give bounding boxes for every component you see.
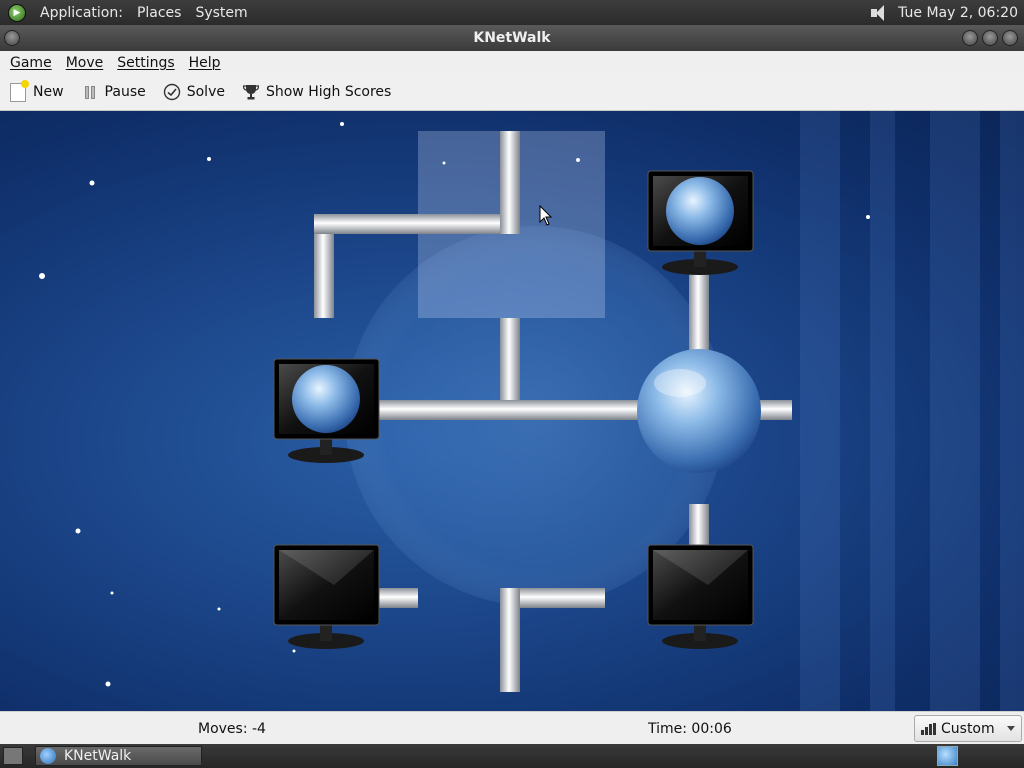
- toolbar: New Pause Solve Show High Scores: [0, 74, 1024, 111]
- window-menu-button[interactable]: [4, 30, 20, 46]
- time-counter: Time: 00:06: [648, 721, 732, 737]
- places-menu[interactable]: Places: [137, 5, 182, 21]
- solve-button[interactable]: Solve: [162, 82, 225, 102]
- show-desktop-icon[interactable]: [3, 747, 23, 765]
- terminal-disconnected: [647, 544, 754, 649]
- moves-counter: Moves: -4: [198, 721, 266, 737]
- taskbar-item-knetwalk[interactable]: KNetWalk: [35, 746, 202, 766]
- high-scores-button-label: Show High Scores: [265, 84, 392, 100]
- pause-icon: [80, 82, 100, 102]
- pause-button-label: Pause: [104, 84, 146, 100]
- difficulty-select[interactable]: Custom: [914, 715, 1022, 742]
- clock[interactable]: Tue May 2, 06:20: [898, 5, 1018, 21]
- new-button-label: New: [33, 84, 64, 100]
- board-canvas: [39, 111, 1024, 711]
- server-globe: [637, 349, 761, 473]
- background-stripes: [800, 111, 1024, 711]
- difficulty-value: Custom: [941, 720, 995, 737]
- game-board[interactable]: [0, 111, 1024, 711]
- chevron-down-icon: [1007, 726, 1015, 731]
- pause-button[interactable]: Pause: [80, 82, 146, 102]
- statusbar: Moves: -4 Time: 00:06 Custom: [0, 711, 1024, 744]
- close-button[interactable]: [1002, 30, 1018, 46]
- menu-game[interactable]: Game: [10, 55, 52, 71]
- window-titlebar[interactable]: KNetWalk: [0, 25, 1024, 51]
- window-title: KNetWalk: [473, 30, 551, 46]
- applications-menu[interactable]: Application:: [40, 5, 123, 21]
- difficulty-bars-icon: [921, 722, 936, 735]
- tray-knetwalk-icon[interactable]: [937, 746, 958, 766]
- bottom-panel: KNetWalk: [0, 744, 1024, 768]
- terminal-connected: [647, 170, 754, 275]
- system-menu[interactable]: System: [195, 5, 247, 21]
- knetwalk-app-icon: [40, 748, 56, 764]
- taskbar-item-label: KNetWalk: [64, 748, 132, 764]
- new-button[interactable]: New: [8, 79, 64, 102]
- app-menu-icon[interactable]: ▶: [8, 3, 26, 22]
- high-scores-button[interactable]: Show High Scores: [241, 82, 391, 102]
- menu-help[interactable]: Help: [189, 55, 221, 71]
- maximize-button[interactable]: [982, 30, 998, 46]
- top-panel: ▶ Application: Places System Tue May 2, …: [0, 0, 1024, 25]
- menubar: Game Move Settings Help: [0, 51, 1024, 74]
- trophy-icon: [241, 82, 261, 102]
- menu-settings[interactable]: Settings: [117, 55, 174, 71]
- minimize-button[interactable]: [962, 30, 978, 46]
- new-game-icon: [8, 79, 29, 102]
- solve-button-label: Solve: [186, 84, 225, 100]
- speaker-icon[interactable]: [868, 3, 890, 23]
- checkmark-icon: [162, 82, 182, 102]
- terminal-disconnected: [273, 544, 380, 649]
- menu-move[interactable]: Move: [66, 55, 104, 71]
